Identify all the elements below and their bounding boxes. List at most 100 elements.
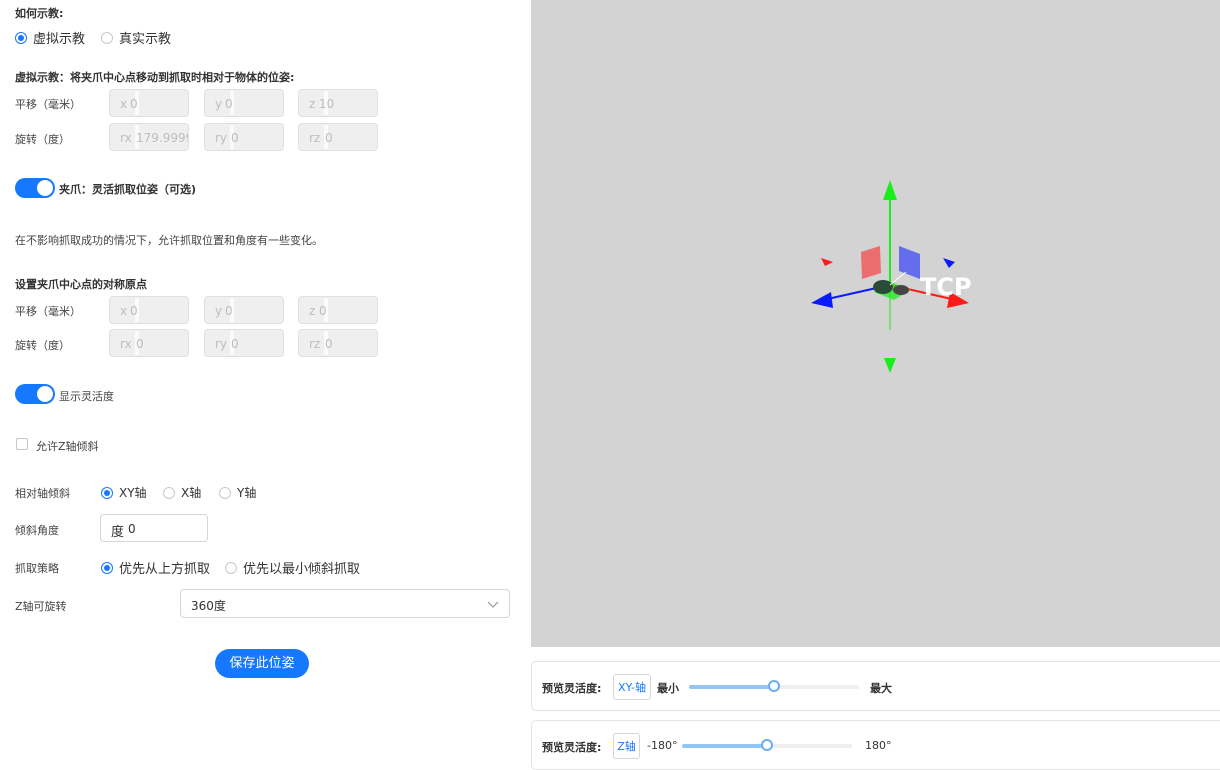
z-tilt-checkbox[interactable] (16, 438, 28, 450)
radio-y[interactable] (219, 486, 231, 499)
gripper-toggle-label: 夹爪：灵活抓取位姿（可选) (59, 183, 197, 196)
z-rotation-value: 360度 (191, 599, 226, 613)
rotate-z-handle-icon (943, 258, 955, 268)
demo-option-virtual[interactable]: 虚拟示教 (15, 27, 85, 47)
preview-xy-title: 预览灵活度: (542, 682, 602, 695)
virtual-ry-input[interactable]: ry 0 (204, 123, 284, 151)
gripper-finger (893, 285, 909, 295)
z-prefix: z (309, 304, 316, 318)
gripper-description: 在不影响抓取成功的情况下，允许抓取位置和角度有一些变化。 (15, 234, 323, 247)
y-value: 0 (225, 97, 233, 111)
settings-panel: 如何示教: 虚拟示教 真实示教 虚拟示教：将夹爪中心点移动到抓取时相对于物体的位… (0, 0, 530, 765)
z-tilt-label: 允许Z轴倾斜 (36, 440, 99, 453)
radio-x[interactable] (163, 486, 175, 499)
preview-xy-slider[interactable] (689, 680, 859, 692)
preview-z-panel: 预览灵活度: Z轴 -180° 180° (531, 720, 1220, 770)
y-axis-neg-arrow-icon (884, 358, 896, 373)
preview-xy-panel: 预览灵活度: XY-轴 最小 最大 (531, 661, 1220, 711)
preview-z-title: 预览灵活度: (542, 741, 602, 754)
xy-plane-handle (861, 246, 881, 279)
z-axis-arrow-icon (811, 292, 833, 308)
3d-viewport[interactable]: TCP (531, 0, 1220, 647)
ry-prefix: ry (215, 131, 228, 145)
symmetry-ry-input[interactable]: ry 0 (204, 329, 284, 357)
y-prefix: y (215, 304, 223, 318)
ry-value: 0 (231, 131, 239, 145)
demo-option-real[interactable]: 真实示教 (101, 27, 171, 47)
virtual-z-input[interactable]: z 10 (298, 89, 378, 117)
x-prefix: x (120, 304, 128, 318)
virtual-x-input[interactable]: x0 (109, 89, 189, 117)
tcp-pointer-line (889, 271, 907, 286)
z-prefix: z (309, 97, 316, 111)
tcp-label: TCP (920, 273, 972, 301)
radio-xy[interactable] (101, 486, 113, 499)
preview-xy-slider-handle[interactable] (768, 680, 780, 692)
radio-virtual-label: 虚拟示教 (33, 32, 86, 47)
yz-plane-handle (899, 246, 920, 279)
rz-prefix: rz (309, 337, 321, 351)
strategy-option-min-tilt[interactable]: 优先以最小倾斜抓取 (225, 557, 360, 577)
rx-prefix: rx (120, 131, 132, 145)
strategy-option-top[interactable]: 优先从上方抓取 (101, 557, 210, 577)
y-prefix: y (215, 97, 223, 111)
virtual-title: 虚拟示教：将夹爪中心点移动到抓取时相对于物体的位姿: (15, 71, 295, 84)
rz-prefix: rz (309, 131, 321, 145)
ry-value: 0 (231, 337, 239, 351)
rz-value: 0 (325, 131, 333, 145)
symmetry-rx-input[interactable]: rx 0 (109, 329, 189, 357)
virtual-translation-label: 平移（毫米） (15, 98, 81, 111)
rx-prefix: rx (120, 337, 132, 351)
demo-title: 如何示教: (15, 7, 64, 20)
symmetry-rz-input[interactable]: rz 0 (298, 329, 378, 357)
preview-xy-slider-fill (689, 685, 774, 689)
y-axis-arrow-icon (883, 180, 897, 200)
tilt-angle-unit: 度 (111, 525, 125, 540)
radio-strategy-min-tilt[interactable] (225, 561, 237, 574)
virtual-rx-input[interactable]: rx 179.99999 (109, 123, 189, 151)
chevron-down-icon (487, 601, 499, 608)
flex-toggle[interactable] (15, 384, 55, 404)
preview-z-max: 180° (865, 739, 892, 752)
preview-z-min: -180° (647, 739, 678, 752)
preview-z-tag: Z轴 (613, 733, 640, 759)
virtual-y-input[interactable]: y0 (204, 89, 284, 117)
virtual-rz-input[interactable]: rz 0 (298, 123, 378, 151)
preview-xy-min: 最小 (657, 682, 679, 695)
tilt-angle-value: 0 (128, 522, 136, 536)
rz-value: 0 (325, 337, 333, 351)
rx-value: 179.99999 (136, 131, 188, 145)
radio-strategy-top[interactable] (101, 561, 113, 574)
radio-virtual[interactable] (15, 31, 27, 44)
virtual-rotation-label: 旋转（度） (15, 133, 70, 146)
gripper-model (873, 280, 893, 294)
z-value: 0 (319, 304, 327, 318)
preview-z-slider[interactable] (682, 739, 852, 751)
radio-x-label: X轴 (181, 486, 202, 500)
z-value: 10 (319, 97, 335, 111)
radio-y-label: Y轴 (237, 486, 257, 500)
radio-real[interactable] (101, 31, 113, 44)
ry-prefix: ry (215, 337, 228, 351)
tilt-angle-label: 倾斜角度 (15, 524, 59, 537)
axis-option-y[interactable]: Y轴 (219, 482, 256, 501)
y-value: 0 (225, 304, 233, 318)
axis-option-x[interactable]: X轴 (163, 482, 201, 501)
flex-toggle-label: 显示灵活度 (59, 390, 114, 403)
axis-option-xy[interactable]: XY轴 (101, 482, 147, 501)
symmetry-x-input[interactable]: x0 (109, 296, 189, 324)
radio-real-label: 真实示教 (119, 32, 172, 47)
symmetry-title: 设置夹爪中心点的对称原点 (15, 278, 147, 291)
gripper-toggle[interactable] (15, 178, 55, 198)
symmetry-translation-label: 平移（毫米） (15, 305, 81, 318)
rx-value: 0 (136, 337, 144, 351)
symmetry-rotation-label: 旋转（度） (15, 339, 70, 352)
z-rotation-select[interactable]: 360度 (180, 589, 510, 618)
strategy-label: 抓取策略 (15, 562, 59, 575)
symmetry-y-input[interactable]: y0 (204, 296, 284, 324)
symmetry-z-input[interactable]: z0 (298, 296, 378, 324)
save-pose-button[interactable]: 保存此位姿 (215, 649, 309, 678)
preview-z-slider-handle[interactable] (761, 739, 773, 751)
preview-z-slider-fill (682, 744, 767, 748)
tilt-angle-input[interactable]: 度 0 (100, 514, 208, 542)
